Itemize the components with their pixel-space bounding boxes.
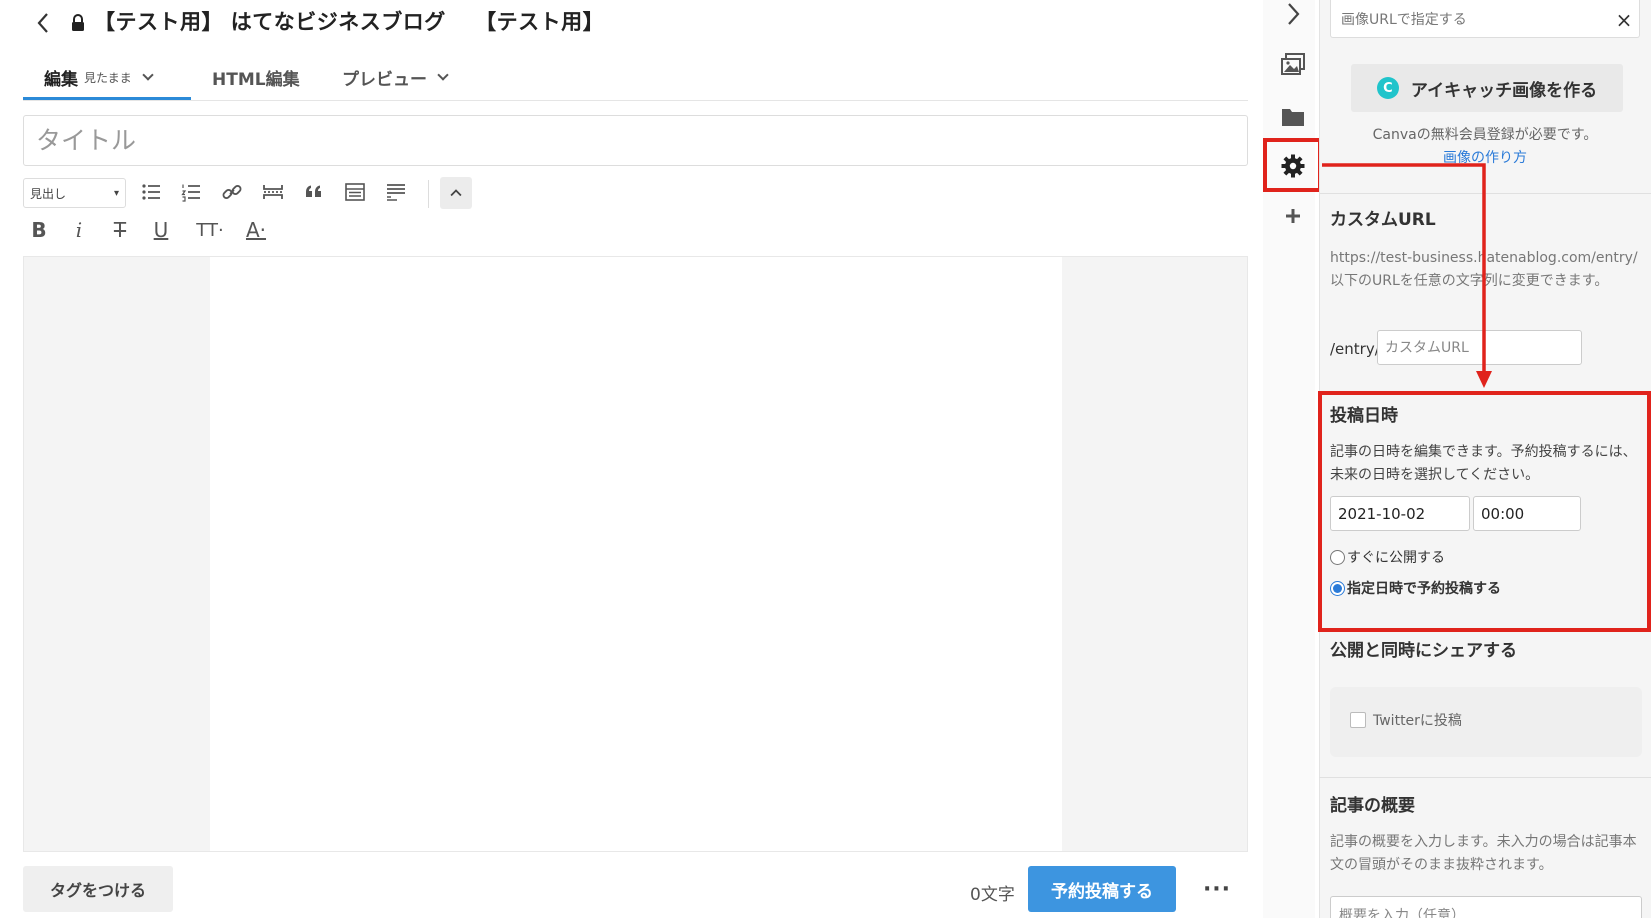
underline-button[interactable]: U <box>146 215 176 245</box>
select-dropdown-icon: ▾ <box>113 187 119 199</box>
quote-icon[interactable] <box>299 177 329 207</box>
gear-highlight-box <box>1263 138 1322 192</box>
divider <box>1319 193 1651 194</box>
sidebar-toggle-icon[interactable] <box>1273 0 1313 34</box>
image-url-label: 画像URLで指定する <box>1341 11 1467 28</box>
bullet-list-icon[interactable] <box>136 177 166 207</box>
canva-howto-link[interactable]: 画像の作り方 <box>1319 147 1651 167</box>
tab-preview-label: プレビュー <box>342 69 427 90</box>
twitter-share-label: Twitterに投稿 <box>1373 713 1462 729</box>
numbered-list-icon[interactable] <box>176 177 206 207</box>
summary-description: 記事の概要を入力します。未入力の場合は記事本文の冒頭がそのまま抜粋されます。 <box>1330 834 1637 873</box>
tabs-divider <box>23 100 1248 101</box>
blog-title: 【テスト用】 はてなビジネスブログ 【テスト用】 <box>94 10 605 34</box>
editor-body[interactable] <box>210 257 1062 851</box>
lock-icon <box>70 13 88 33</box>
custom-url-prefix: /entry/ <box>1330 340 1380 358</box>
custom-url-input[interactable] <box>1377 330 1582 365</box>
more-options-button[interactable]: ··· <box>1200 874 1234 904</box>
text-color-button[interactable]: A· <box>236 215 276 245</box>
char-count: 0文字 <box>970 885 1015 905</box>
tab-edit[interactable]: 編集 見たまま <box>44 60 154 94</box>
folder-icon[interactable] <box>1273 97 1313 137</box>
summary-input[interactable] <box>1330 896 1642 918</box>
summary-title: 記事の概要 <box>1330 796 1415 816</box>
chevron-down-icon <box>437 68 449 81</box>
toolbar-separator <box>428 180 429 208</box>
strikethrough-button[interactable]: T <box>105 215 135 245</box>
bold-button[interactable]: B <box>24 215 54 245</box>
image-url-field[interactable]: 画像URLで指定する <box>1330 0 1640 38</box>
chevron-down-icon <box>141 68 154 81</box>
italic-button[interactable]: i <box>64 215 94 245</box>
more-break-icon[interactable] <box>258 177 288 207</box>
image-icon[interactable] <box>1273 44 1313 84</box>
canva-logo-icon: C <box>1376 77 1399 99</box>
link-icon[interactable] <box>217 177 247 207</box>
tab-edit-mode: 見たまま <box>84 70 132 85</box>
schedule-post-button[interactable]: 予約投稿する <box>1028 866 1176 912</box>
heading-select[interactable]: 見出し ▾ <box>23 178 126 208</box>
collapse-icon[interactable] <box>440 177 472 209</box>
share-title: 公開と同時にシェアする <box>1330 641 1517 661</box>
font-size-button[interactable]: TT· <box>190 215 230 245</box>
back-icon[interactable] <box>30 6 56 40</box>
table-icon[interactable] <box>340 177 370 207</box>
title-input[interactable] <box>23 115 1248 166</box>
canva-eyecatch-button[interactable]: C アイキャッチ画像を作る <box>1351 64 1623 112</box>
post-date-highlight-box <box>1318 391 1651 632</box>
twitter-share-checkbox[interactable]: Twitterに投稿 <box>1350 710 1462 730</box>
divider <box>1319 777 1651 778</box>
custom-url-description: https://test-business.hatenablog.com/ent… <box>1330 250 1638 289</box>
canva-button-label: アイキャッチ画像を作る <box>1410 80 1598 101</box>
close-icon[interactable]: × <box>1612 8 1636 32</box>
add-tag-button[interactable]: タグをつける <box>23 866 173 912</box>
checkbox-unchecked <box>1350 712 1366 728</box>
plus-icon[interactable] <box>1273 196 1313 236</box>
footnote-icon[interactable] <box>381 177 411 207</box>
tab-edit-label: 編集 <box>44 69 78 90</box>
canva-note: Canvaの無料会員登録が必要です。 <box>1372 127 1598 143</box>
tab-html-label: HTML編集 <box>212 69 300 90</box>
tab-html[interactable]: HTML編集 <box>212 60 300 94</box>
tab-preview[interactable]: プレビュー <box>342 60 449 94</box>
heading-select-label: 見出し <box>30 186 67 201</box>
custom-url-title: カスタムURL <box>1330 210 1436 230</box>
